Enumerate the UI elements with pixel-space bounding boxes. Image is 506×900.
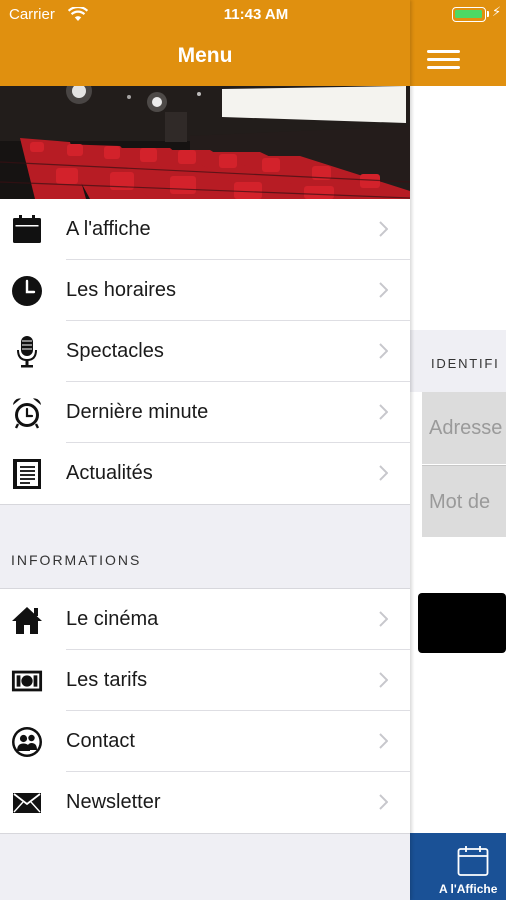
menu-item-label: Actualités [66,462,153,484]
tab-a-laffiche[interactable]: A l'Affiche [439,882,497,896]
calendar-icon [457,846,489,876]
chevron-right-icon [379,794,388,810]
menu-item-spectacles[interactable]: Spectacles [0,321,410,382]
newspaper-icon [11,458,43,490]
menu-item-label: A l'affiche [66,218,151,240]
contacts-icon [11,726,43,758]
tab-bar: A l'Affiche [410,833,506,900]
chevron-right-icon [379,611,388,627]
menu-item-label: Spectacles [66,340,164,362]
chevron-right-icon [379,672,388,688]
menu-item-label: Le cinéma [66,608,159,630]
menu-item-label: Les tarifs [66,669,148,691]
alarm-clock-icon [11,397,43,429]
side-drawer: Carrier 11:43 AM Menu A l'affiche Les ho… [0,0,410,900]
menu-item-label: Contact [66,730,135,752]
menu-item-les-tarifs[interactable]: Les tarifs [0,650,410,711]
chevron-right-icon [379,733,388,749]
clock-icon [11,275,43,307]
menu-item-label: Les horaires [66,279,177,301]
email-field[interactable]: Adresse [422,392,506,464]
banknote-icon [11,665,43,697]
password-field[interactable]: Mot de [422,465,506,537]
menu-item-label: Newsletter [66,791,161,813]
status-time: 11:43 AM [223,6,289,23]
charging-icon: ⚡ [492,5,502,20]
chevron-right-icon [379,465,388,481]
calendar-icon [11,214,43,246]
chevron-right-icon [379,282,388,298]
drawer-header: Carrier 11:43 AM Menu [0,0,410,86]
menu-item-les-horaires[interactable]: Les horaires [0,260,410,321]
login-button[interactable] [418,593,506,653]
menu-item-a-laffiche[interactable]: A l'affiche [0,199,410,260]
hamburger-menu-icon[interactable] [427,49,460,69]
main-menu-list: A l'affiche Les horaires Spectacles Dern… [0,199,410,505]
nav-bar [410,30,506,86]
status-bar: Carrier 11:43 AM [0,0,410,30]
login-section-title: IDENTIFI [431,356,500,371]
menu-item-actualites[interactable]: Actualités [0,443,410,504]
status-bar-right: ⚡ [410,0,506,30]
envelope-icon [11,787,43,819]
menu-item-label: Dernière minute [66,401,209,423]
menu-item-contact[interactable]: Contact [0,711,410,772]
microphone-icon [11,336,43,368]
cinema-hall-image [0,86,410,199]
battery-icon [452,7,486,22]
home-icon [11,604,43,636]
chevron-right-icon [379,404,388,420]
info-menu-list: Le cinéma Les tarifs Contact Newsletter [0,588,410,834]
chevron-right-icon [379,221,388,237]
chevron-right-icon [379,343,388,359]
menu-title: Menu [177,44,233,67]
menu-item-derniere-minute[interactable]: Dernière minute [0,382,410,443]
menu-item-newsletter[interactable]: Newsletter [0,772,410,833]
menu-item-le-cinema[interactable]: Le cinéma [0,589,410,650]
informations-section-title: INFORMATIONS [11,552,142,568]
login-screen: ⚡ IDENTIFI Adresse Mot de A l'Affiche [410,0,506,900]
